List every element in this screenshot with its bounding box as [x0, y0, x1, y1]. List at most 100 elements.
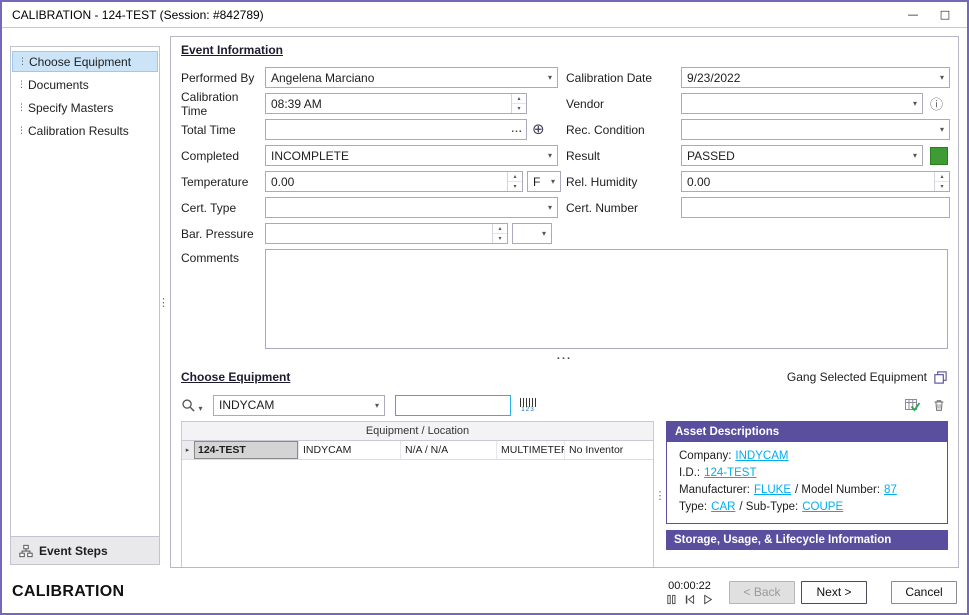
- performed-by-combo[interactable]: Angelena Marciano ▾: [265, 67, 558, 88]
- play-icon[interactable]: [702, 594, 713, 605]
- spin-up-icon[interactable]: ▴: [508, 172, 522, 182]
- chevron-down-icon[interactable]: ▾: [908, 151, 922, 160]
- result-combo[interactable]: PASSED ▾: [681, 145, 923, 166]
- chevron-down-icon[interactable]: ▾: [908, 99, 922, 108]
- chevron-down-icon[interactable]: ▾: [543, 151, 557, 160]
- chevron-down-icon[interactable]: ▾: [370, 401, 384, 410]
- spin-down-icon[interactable]: ▾: [493, 234, 507, 243]
- chevron-down-icon[interactable]: ▾: [546, 177, 560, 186]
- event-steps-button[interactable]: Event Steps: [11, 536, 159, 564]
- sidebar-item-calibration-results[interactable]: ⋮ Calibration Results: [12, 120, 158, 141]
- plus-circle-icon[interactable]: ⊕: [532, 122, 545, 137]
- spinner-buttons: ▴ ▾: [511, 94, 526, 113]
- model-number-label: / Model Number:: [795, 484, 880, 496]
- chevron-down-icon[interactable]: ▾: [935, 125, 949, 134]
- rec-condition-combo[interactable]: ▾: [681, 119, 950, 140]
- chevron-down-icon[interactable]: ▾: [537, 229, 551, 238]
- bar-pressure-unit-combo[interactable]: ▾: [512, 223, 552, 244]
- table-checkmark-icon[interactable]: [904, 397, 920, 413]
- vendor-combo[interactable]: ▾: [681, 93, 923, 114]
- form-row: Bar. Pressure ▴ ▾ ▾: [181, 223, 948, 244]
- spin-down-icon[interactable]: ▾: [508, 182, 522, 191]
- calibration-date-label: Calibration Date: [566, 71, 681, 85]
- sidebar-step-list: ⋮ Choose Equipment ⋮ Documents ⋮ Specify…: [11, 47, 159, 536]
- grip-icon: ⋮: [17, 103, 28, 113]
- table-row[interactable]: ▸ 124-TEST INDYCAM N/A / N/A MULTIMETER …: [182, 441, 653, 460]
- form-row: Performed By Angelena Marciano ▾ Calibra…: [181, 67, 948, 88]
- barcode-icon[interactable]: 123: [520, 398, 536, 413]
- maximize-button[interactable]: □: [929, 4, 961, 26]
- cell-company[interactable]: INDYCAM: [299, 441, 401, 459]
- collapse-handle[interactable]: ...: [181, 353, 948, 365]
- cancel-button[interactable]: Cancel: [891, 581, 957, 604]
- sidebar-item-label: Choose Equipment: [29, 55, 131, 69]
- equipment-search-row: ▾ INDYCAM ▾ 123: [181, 393, 948, 417]
- form-row: Comments: [181, 249, 948, 349]
- total-time-field[interactable]: ...: [265, 119, 527, 140]
- asset-panel-splitter[interactable]: ⋮: [654, 421, 666, 568]
- chevron-down-icon[interactable]: ▾: [543, 73, 557, 82]
- cell-type[interactable]: MULTIMETER: [497, 441, 565, 459]
- total-time-label: Total Time: [181, 123, 265, 137]
- subtype-link[interactable]: COUPE: [802, 501, 843, 513]
- cell-location[interactable]: N/A / N/A: [401, 441, 497, 459]
- spinner-buttons: ▴ ▾: [934, 172, 949, 191]
- cell-equipment-id[interactable]: 124-TEST: [194, 441, 299, 459]
- form-row: Total Time ... ⊕ Rec. Condition ▾: [181, 119, 948, 140]
- completed-combo[interactable]: INCOMPLETE ▾: [265, 145, 558, 166]
- scan-equipment-input[interactable]: [395, 395, 511, 416]
- company-link[interactable]: INDYCAM: [735, 450, 788, 462]
- cert-type-combo[interactable]: ▾: [265, 197, 558, 218]
- next-button[interactable]: Next >: [801, 581, 867, 604]
- company-label: Company:: [679, 450, 731, 462]
- asset-info-column: Asset Descriptions Company:INDYCAM I.D.:…: [666, 421, 948, 568]
- bar-pressure-spinner[interactable]: ▴ ▾: [265, 223, 508, 244]
- type-link[interactable]: CAR: [711, 501, 735, 513]
- spin-up-icon[interactable]: ▴: [493, 224, 507, 234]
- bar-pressure-label: Bar. Pressure: [181, 227, 265, 241]
- cell-status[interactable]: No Inventor: [565, 441, 653, 459]
- back-button[interactable]: < Back: [729, 581, 795, 604]
- skip-to-start-icon[interactable]: [684, 594, 695, 605]
- performed-by-label: Performed By: [181, 71, 265, 85]
- ellipsis-button[interactable]: ...: [508, 124, 526, 135]
- sidebar-item-documents[interactable]: ⋮ Documents: [12, 74, 158, 95]
- asset-manufacturer-line: Manufacturer:FLUKE/ Model Number:87: [679, 482, 937, 499]
- equipment-table-header[interactable]: Equipment / Location: [182, 422, 653, 441]
- calibration-window: CALIBRATION - 124-TEST (Session: #842789…: [0, 0, 969, 615]
- sidebar-item-specify-masters[interactable]: ⋮ Specify Masters: [12, 97, 158, 118]
- spin-up-icon[interactable]: ▴: [512, 94, 526, 104]
- spin-down-icon[interactable]: ▾: [512, 104, 526, 113]
- pause-icon[interactable]: [666, 594, 677, 605]
- search-icon[interactable]: ▾: [181, 398, 205, 413]
- trash-icon[interactable]: [932, 398, 946, 413]
- manufacturer-link[interactable]: FLUKE: [754, 484, 791, 496]
- temperature-spinner[interactable]: 0.00 ▴ ▾: [265, 171, 523, 192]
- result-status-color-swatch[interactable]: [930, 147, 948, 165]
- sidebar-splitter[interactable]: ⋮: [158, 296, 169, 309]
- company-filter-combo[interactable]: INDYCAM ▾: [213, 395, 385, 416]
- rel-humidity-spinner[interactable]: 0.00 ▴ ▾: [681, 171, 950, 192]
- info-icon[interactable]: ⓘ: [930, 94, 943, 113]
- calibration-date-combo[interactable]: 9/23/2022 ▾: [681, 67, 950, 88]
- chevron-down-icon[interactable]: ▾: [543, 203, 557, 212]
- temperature-label: Temperature: [181, 175, 265, 189]
- comments-textarea[interactable]: [265, 249, 948, 349]
- timer-controls: [666, 594, 713, 605]
- minimize-button[interactable]: —: [897, 4, 929, 26]
- spin-up-icon[interactable]: ▴: [935, 172, 949, 182]
- session-timer-block: 00:00:22: [666, 580, 713, 605]
- equipment-id-link[interactable]: 124-TEST: [704, 467, 756, 479]
- sidebar-item-label: Documents: [28, 78, 89, 92]
- spin-down-icon[interactable]: ▾: [935, 182, 949, 191]
- model-number-link[interactable]: 87: [884, 484, 897, 496]
- copy-icon[interactable]: [933, 370, 948, 385]
- calibration-time-spinner[interactable]: 08:39 AM ▴ ▾: [265, 93, 527, 114]
- asset-type-line: Type:CAR/ Sub-Type:COUPE: [679, 499, 937, 516]
- chevron-down-icon[interactable]: ▾: [935, 73, 949, 82]
- sidebar-item-choose-equipment[interactable]: ⋮ Choose Equipment: [12, 51, 158, 72]
- temperature-unit-combo[interactable]: F ▾: [527, 171, 561, 192]
- equipment-table: Equipment / Location ▸ 124-TEST INDYCAM …: [181, 421, 654, 568]
- cert-number-field[interactable]: [681, 197, 950, 218]
- row-marker-icon: ▸: [182, 441, 194, 459]
